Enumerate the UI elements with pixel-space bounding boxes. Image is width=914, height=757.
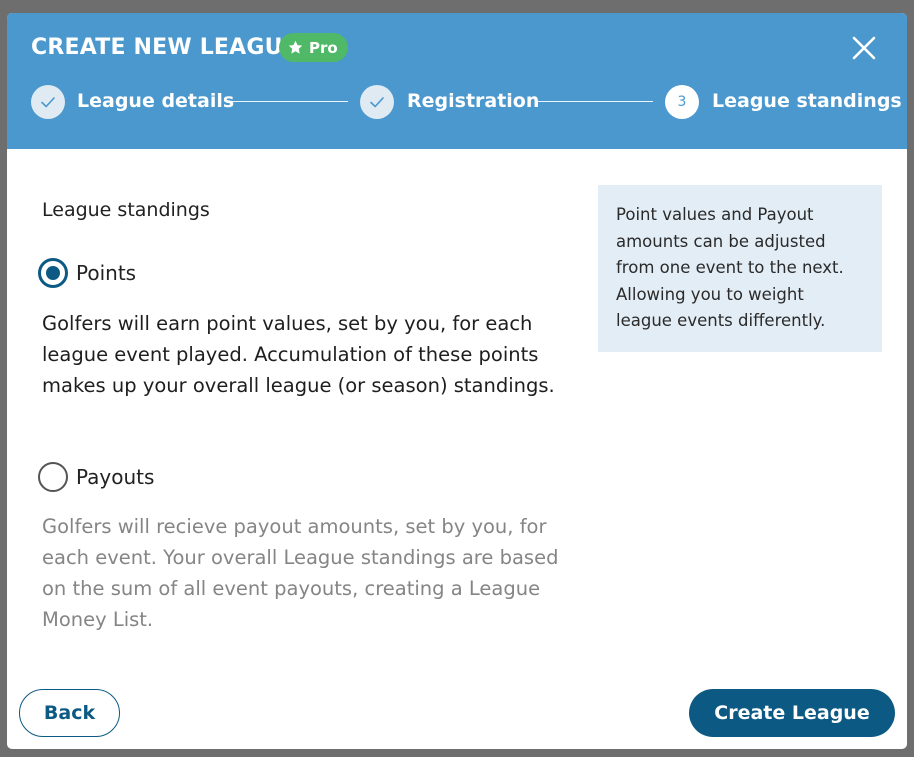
- step-league-standings: League standings: [712, 90, 902, 112]
- payouts-label: Payouts: [76, 465, 155, 489]
- step-2-check: [360, 85, 394, 119]
- step-registration: Registration: [407, 90, 540, 112]
- points-description: Golfers will earn point values, set by y…: [42, 312, 555, 397]
- points-radio[interactable]: [38, 258, 68, 288]
- points-label: Points: [76, 261, 137, 285]
- pro-badge-label: Pro: [309, 38, 338, 57]
- step-connector: [230, 101, 348, 102]
- close-icon: [852, 36, 876, 60]
- back-button[interactable]: Back: [19, 689, 120, 737]
- star-icon: [288, 40, 303, 54]
- payouts-radio[interactable]: [38, 462, 68, 492]
- step-connector: [535, 101, 653, 102]
- payouts-description: Golfers will recieve payout amounts, set…: [42, 515, 559, 631]
- modal-header: CREATE NEW LEAGUE Pro League details Reg…: [7, 13, 907, 149]
- create-league-modal: CREATE NEW LEAGUE Pro League details Reg…: [7, 13, 907, 749]
- info-box: Point values and Payout amounts can be a…: [598, 185, 882, 352]
- section-title: League standings: [42, 199, 210, 221]
- step-league-details: League details: [77, 90, 235, 112]
- modal-title: CREATE NEW LEAGUE: [31, 35, 298, 60]
- step-3-number: 3: [665, 85, 699, 119]
- payouts-option[interactable]: Payouts: [38, 462, 154, 492]
- pro-badge: Pro: [279, 33, 348, 62]
- check-icon: [370, 97, 384, 108]
- create-league-button[interactable]: Create League: [689, 689, 895, 737]
- check-icon: [41, 97, 55, 108]
- points-option[interactable]: Points: [38, 258, 136, 288]
- close-button[interactable]: [849, 33, 879, 63]
- step-1-check: [31, 85, 65, 119]
